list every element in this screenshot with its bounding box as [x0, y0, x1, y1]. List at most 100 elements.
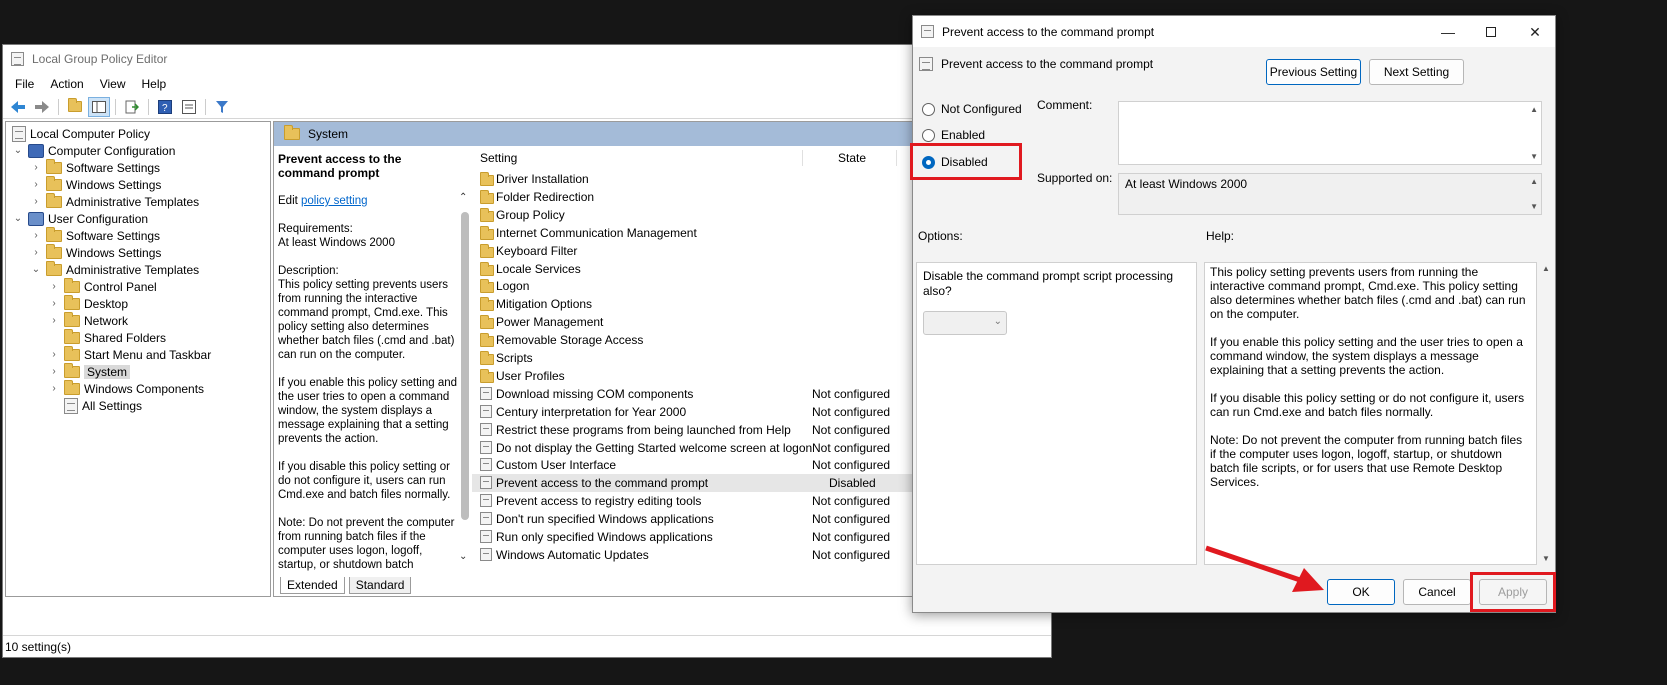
- cancel-button[interactable]: Cancel: [1403, 579, 1471, 605]
- radio-label: Not Configured: [941, 102, 1022, 116]
- disabled-highlight-box: [910, 143, 1022, 180]
- filter-icon[interactable]: [211, 97, 233, 117]
- radio-not-configured[interactable]: Not Configured: [922, 102, 1022, 116]
- scroll-down-icon[interactable]: ▼: [1542, 554, 1550, 563]
- tree-item[interactable]: › Windows Settings: [30, 175, 161, 193]
- menu-help[interactable]: Help: [134, 77, 175, 91]
- comment-label: Comment:: [1037, 98, 1093, 112]
- tree-item[interactable]: › Windows Settings: [30, 243, 161, 261]
- policy-icon: [921, 25, 934, 38]
- tree-item[interactable]: › Network: [48, 311, 128, 329]
- properties-icon[interactable]: [178, 97, 200, 117]
- folder-icon: [480, 261, 494, 276]
- navigation-tree: Local Computer Policy ⌄ Computer Configura…: [5, 121, 271, 597]
- radio-enabled[interactable]: Enabled: [922, 128, 985, 142]
- scroll-down-icon[interactable]: ▼: [1530, 202, 1538, 211]
- scroll-up-icon[interactable]: ▲: [1530, 177, 1538, 186]
- setting-state: Not configured: [812, 422, 891, 437]
- chevron-right-icon[interactable]: ›: [30, 230, 42, 242]
- tree-item[interactable]: ⌄ Administrative Templates: [30, 260, 200, 278]
- dialog-title: Prevent access to the command prompt: [942, 24, 1155, 39]
- tree-item[interactable]: All Settings: [48, 397, 142, 414]
- tree-item[interactable]: › Control Panel: [48, 277, 157, 295]
- comment-field[interactable]: ▲ ▼: [1118, 101, 1542, 165]
- column-setting[interactable]: Setting: [480, 151, 517, 165]
- chevron-right-icon[interactable]: ›: [48, 366, 60, 378]
- folder-icon: [64, 345, 80, 361]
- chevron-down-icon[interactable]: ⌄: [12, 145, 24, 157]
- computer-icon: [28, 143, 44, 158]
- options-panel: Disable the command prompt script proces…: [916, 262, 1197, 565]
- close-icon[interactable]: ✕: [1525, 22, 1545, 42]
- tree-item[interactable]: › Software Settings: [30, 226, 160, 244]
- radio-circle[interactable]: [922, 102, 935, 116]
- chevron-right-icon[interactable]: ›: [48, 383, 60, 395]
- folder-icon: [46, 260, 62, 276]
- column-state[interactable]: State: [838, 151, 866, 165]
- help-icon[interactable]: ?: [154, 97, 176, 117]
- chevron-right-icon[interactable]: ›: [48, 349, 60, 361]
- policy-setting-dialog: Prevent access to the command prompt — ✕…: [910, 15, 1556, 613]
- chevron-right-icon[interactable]: ›: [48, 298, 60, 310]
- tree-item-label: Administrative Templates: [66, 262, 200, 277]
- description-block: Description: This policy setting prevents…: [278, 264, 458, 362]
- scroll-down-icon[interactable]: ⌄: [459, 551, 467, 562]
- scroll-up-icon[interactable]: ⌃: [459, 192, 467, 203]
- tab-extended[interactable]: Extended: [280, 576, 345, 594]
- edit-prefix: Edit: [278, 195, 302, 207]
- option-dropdown[interactable]: ⌄: [923, 311, 1007, 335]
- next-setting-button[interactable]: Next Setting: [1369, 59, 1464, 85]
- chevron-right-icon[interactable]: ›: [30, 247, 42, 259]
- scroll-up-icon[interactable]: ▲: [1530, 105, 1538, 114]
- chevron-right-icon[interactable]: ›: [48, 315, 60, 327]
- tree-item[interactable]: › Desktop: [48, 294, 128, 312]
- menu-action[interactable]: Action: [42, 77, 91, 91]
- policy-setting-link[interactable]: policy setting: [301, 195, 367, 207]
- setting-name: Keyboard Filter: [496, 243, 578, 258]
- chevron-right-icon[interactable]: ›: [30, 162, 42, 174]
- menu-view[interactable]: View: [92, 77, 134, 91]
- description-para: If you enable this policy setting and th…: [278, 377, 458, 445]
- tree-item[interactable]: › Start Menu and Taskbar: [48, 345, 211, 363]
- show-hide-tree-icon[interactable]: [88, 96, 110, 117]
- tree-item[interactable]: Local Computer Policy: [12, 125, 150, 142]
- scrollbar-thumb[interactable]: [461, 212, 469, 520]
- supported-on-label: Supported on:: [1037, 171, 1113, 185]
- scroll-down-icon[interactable]: ▼: [1530, 152, 1538, 161]
- description-scrollbar[interactable]: ⌃ ⌄: [458, 192, 472, 562]
- tree-item[interactable]: › Administrative Templates: [30, 192, 199, 210]
- help-panel: This policy setting prevents users from …: [1204, 262, 1537, 565]
- help-scrollbar[interactable]: ▲ ▼: [1540, 262, 1552, 565]
- setting-name: Removable Storage Access: [496, 333, 644, 348]
- tree-item[interactable]: Shared Folders: [48, 328, 166, 346]
- tree-item[interactable]: › System: [48, 362, 131, 380]
- setting-name: Scripts: [496, 351, 533, 365]
- up-folder-icon[interactable]: [64, 97, 86, 117]
- maximize-icon[interactable]: [1481, 22, 1501, 42]
- chevron-down-icon[interactable]: ⌄: [12, 213, 24, 225]
- setting-name: Internet Communication Management: [496, 225, 697, 240]
- tree-item[interactable]: ⌄ User Configuration: [12, 210, 148, 227]
- tree-item[interactable]: ⌄ Computer Configuration: [12, 142, 175, 159]
- back-icon[interactable]: [7, 97, 29, 117]
- scroll-up-icon[interactable]: ▲: [1542, 264, 1550, 273]
- minimize-icon[interactable]: —: [1438, 22, 1458, 42]
- export-list-icon[interactable]: [121, 97, 143, 117]
- ok-button[interactable]: OK: [1327, 579, 1395, 605]
- folder-icon: [284, 125, 300, 140]
- forward-icon[interactable]: [31, 97, 53, 117]
- folder-icon: [64, 362, 80, 378]
- tree-item[interactable]: › Software Settings: [30, 158, 160, 176]
- tab-standard[interactable]: Standard: [348, 576, 412, 594]
- chevron-down-icon[interactable]: ⌄: [30, 264, 42, 276]
- menu-file[interactable]: File: [7, 77, 42, 91]
- policy-icon: [480, 386, 492, 400]
- tree-item[interactable]: › Windows Components: [48, 379, 204, 397]
- chevron-right-icon[interactable]: ›: [30, 196, 42, 208]
- folder-icon: [46, 192, 62, 208]
- chevron-right-icon[interactable]: ›: [30, 179, 42, 191]
- radio-circle[interactable]: [922, 128, 935, 142]
- chevron-right-icon[interactable]: ›: [48, 281, 60, 293]
- previous-setting-button[interactable]: Previous Setting: [1266, 59, 1361, 85]
